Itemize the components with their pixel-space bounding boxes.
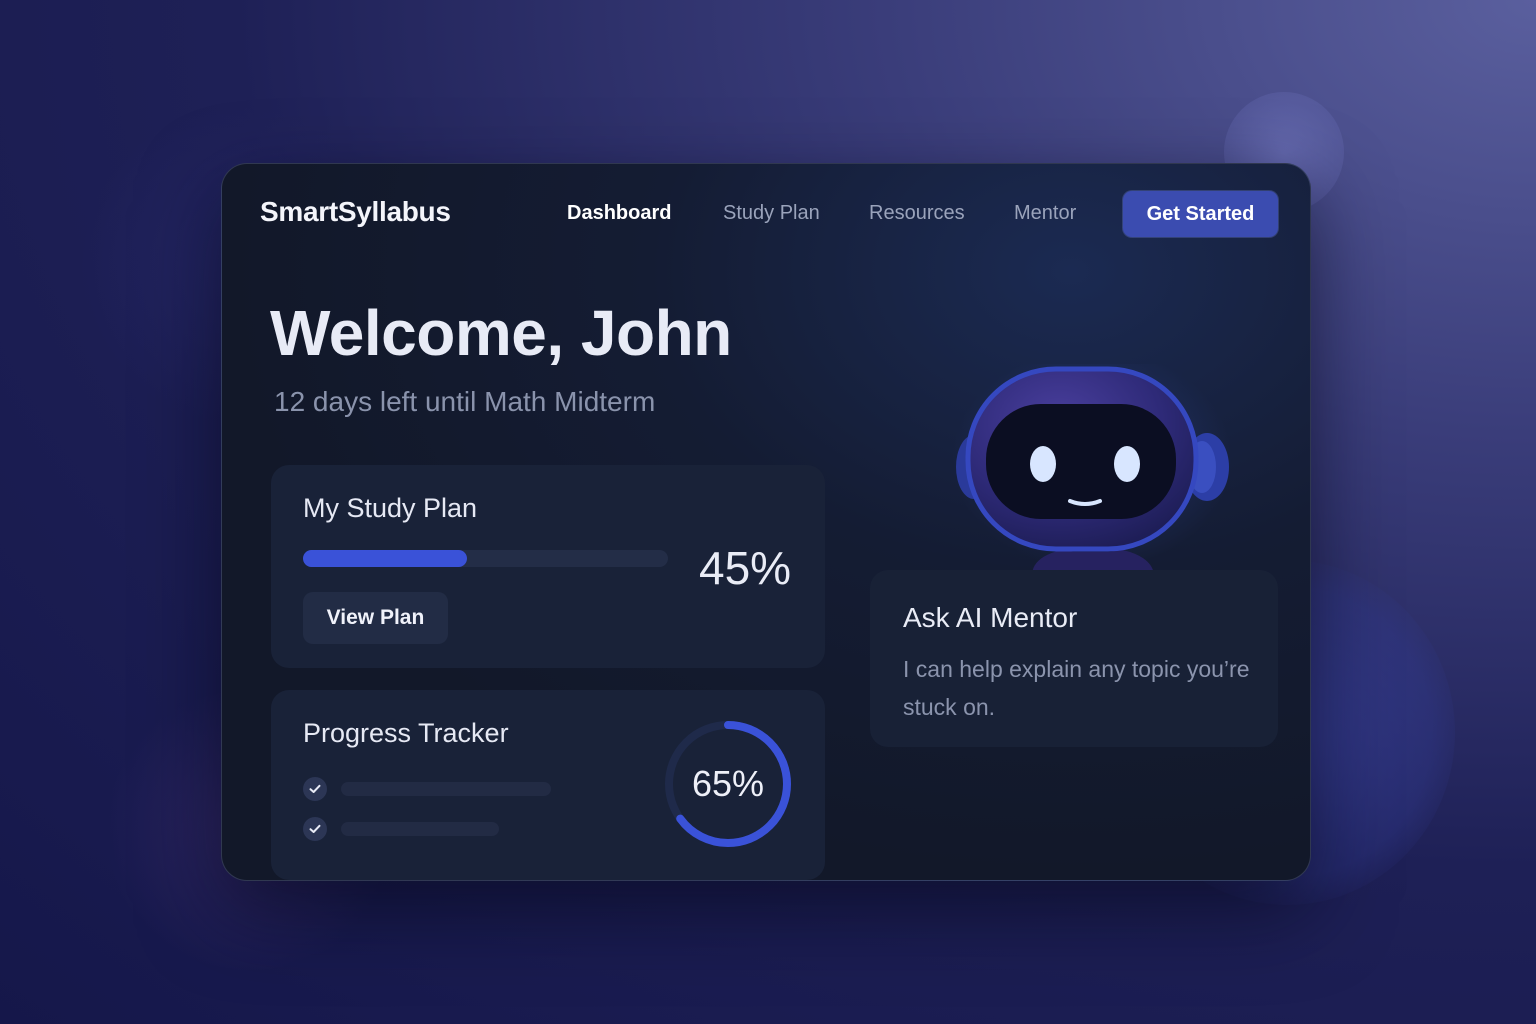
progress-ring-percent: 65% xyxy=(691,763,765,804)
task-placeholder-line xyxy=(341,782,551,796)
app-logo[interactable]: SmartSyllabus xyxy=(260,196,451,228)
progress-tracker-title: Progress Tracker xyxy=(303,718,509,748)
study-plan-title: My Study Plan xyxy=(303,493,478,523)
view-plan-button[interactable]: View Plan xyxy=(303,592,448,644)
study-plan-progress-fill xyxy=(303,550,468,567)
ai-mentor-title: Ask AI Mentor xyxy=(903,602,1078,633)
progress-tracker-card: Progress Tracker 65% xyxy=(271,690,825,880)
ai-mentor-card[interactable]: Ask AI Mentor I can help explain any top… xyxy=(870,570,1278,747)
check-icon[interactable] xyxy=(303,817,327,841)
nav-resources[interactable]: Resources xyxy=(869,202,965,225)
page-subtitle: 12 days left until Math Midterm xyxy=(274,386,656,417)
app-window: SmartSyllabus Dashboard Study Plan Resou… xyxy=(221,163,1311,881)
study-plan-percent: 45% xyxy=(699,542,792,594)
page-title: Welcome, John xyxy=(270,297,732,369)
study-plan-card: My Study Plan 45% View Plan xyxy=(271,465,825,668)
check-icon[interactable] xyxy=(303,777,327,801)
task-placeholder-line xyxy=(341,822,499,836)
study-plan-progress-bar xyxy=(303,550,668,567)
robot-mascot-icon xyxy=(952,364,1232,574)
nav-dashboard[interactable]: Dashboard xyxy=(567,202,671,225)
nav-mentor[interactable]: Mentor xyxy=(1014,202,1076,225)
get-started-button[interactable]: Get Started xyxy=(1123,191,1278,237)
nav-study-plan[interactable]: Study Plan xyxy=(723,202,820,225)
ai-mentor-description: I can help explain any topic you’re stuc… xyxy=(903,656,1250,720)
